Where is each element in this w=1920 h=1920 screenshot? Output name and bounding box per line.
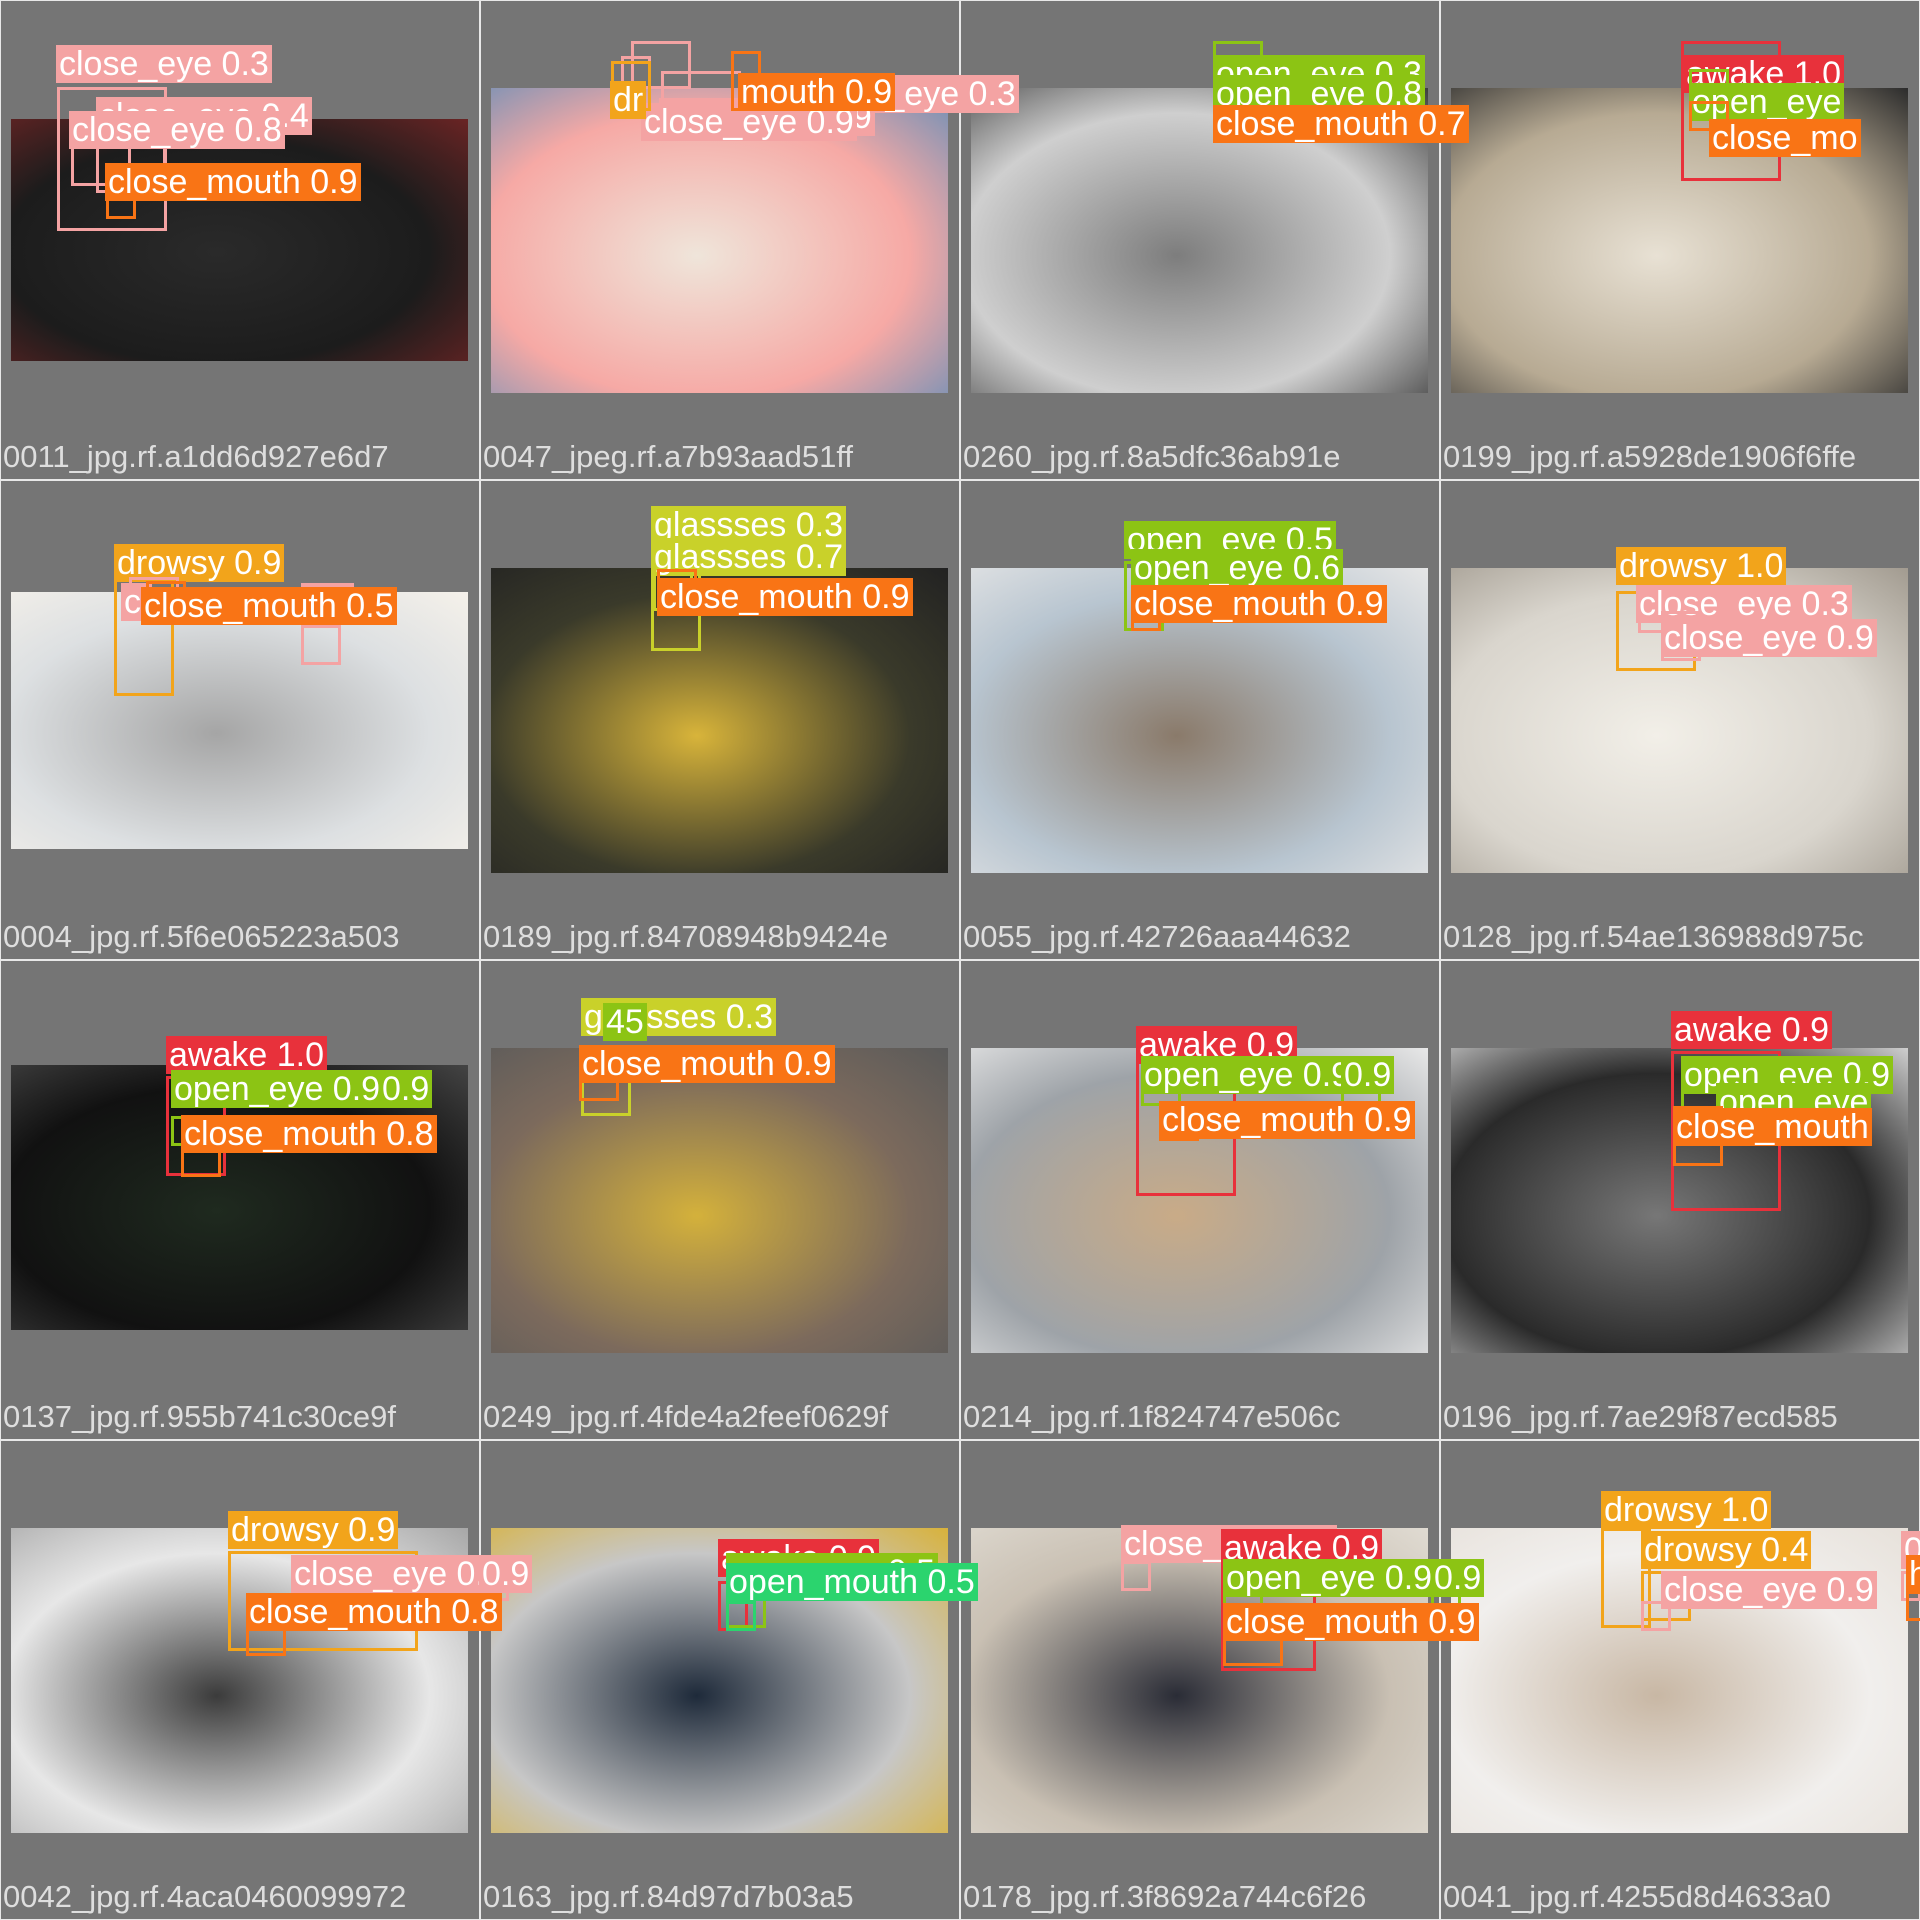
mosaic-tile: 0055_jpg.rf.42726aaa44632 open_eye 0.5 ope… — [960, 480, 1440, 960]
detection-label: 0.9 — [1341, 1056, 1395, 1094]
mosaic-tile: 0041_jpg.rf.4255d8d4633a0 drowsy 1.0 drows… — [1440, 1440, 1920, 1920]
detection-label: close_mouth 0.8 — [181, 1115, 437, 1153]
tile-caption: 0047_jpeg.rf.a7b93aad51ff — [483, 439, 854, 474]
detection-label: open_eye 0.9 — [1141, 1056, 1354, 1094]
tile-caption: 0260_jpg.rf.8a5dfc36ab91e — [963, 439, 1341, 474]
tile-photo — [11, 592, 468, 849]
tile-caption: 0189_jpg.rf.84708948b9424e — [483, 919, 889, 954]
tile-caption: 0055_jpg.rf.42726aaa44632 — [963, 919, 1351, 954]
detection-label: 45 — [603, 1003, 647, 1041]
detection-label: close_mouth 0.9 — [1159, 1101, 1415, 1139]
tile-caption: 0214_jpg.rf.1f824747e506c — [963, 1399, 1341, 1434]
tile-caption: 0199_jpg.rf.a5928de1906f6ffe — [1443, 439, 1857, 474]
detection-label: drowsy 1.0 — [1616, 547, 1787, 585]
detection-label: close_mo — [1709, 119, 1861, 157]
detection-label: dr — [610, 81, 647, 119]
detection-label: close_mouth — [1673, 1108, 1872, 1146]
detection-label: h — [1906, 1555, 1920, 1593]
tile-caption: 0249_jpg.rf.4fde4a2feef0629f — [483, 1399, 889, 1434]
bounding-box — [1906, 1591, 1920, 1621]
mosaic-tile: 0042_jpg.rf.4aca0460099972 drowsy 0.9 clos… — [0, 1440, 533, 1920]
detection-label: open_eye 0.6 — [1131, 549, 1344, 587]
detection-mosaic: 0011_jpg.rf.a1dd6d927e6d7 close_eye 0.3 cl… — [0, 0, 1920, 1920]
detection-label: close_mouth 0.8 — [246, 1593, 502, 1631]
detection-label: close_eye 0.8 — [291, 1555, 507, 1593]
mosaic-tile: 0196_jpg.rf.7ae29f87ecd585 awake 0.9 open_… — [1440, 960, 1920, 1440]
detection-label: 0.9 — [1431, 1559, 1485, 1597]
tile-caption: 0137_jpg.rf.955b741c30ce9f — [3, 1399, 396, 1434]
bounding-box — [1121, 1561, 1151, 1591]
tile-caption: 0178_jpg.rf.3f8692a744c6f26 — [963, 1879, 1367, 1914]
mosaic-tile: 0214_jpg.rf.1f824747e506c awake 0.9 open_e… — [960, 960, 1440, 1440]
tile-caption: 0004_jpg.rf.5f6e065223a503 — [3, 919, 400, 954]
mosaic-tile: 0178_jpg.rf.3f8692a744c6f26close_eye 0.5… — [960, 1440, 1485, 1920]
mosaic-tile: 0163_jpg.rf.84d97d7b03a5awake 0.9open_ey… — [480, 1440, 978, 1920]
mosaic-tile: 0249_jpg.rf.4fde4a2feef0629f glassses 0.3… — [480, 960, 960, 1440]
detection-label: open_eye 0.9 — [1223, 1559, 1436, 1597]
detection-label: close_eye 0.9 — [1661, 1571, 1877, 1609]
tile-caption: 0128_jpg.rf.54ae136988d975c — [1443, 919, 1864, 954]
detection-label: close_eye 0.3 — [56, 45, 272, 83]
mosaic-tile: 0004_jpg.rf.5f6e065223a503drowsy 0.9cl0.… — [0, 480, 480, 960]
detection-label: mouth 0.9 — [738, 73, 896, 111]
detection-label: close_mouth 0.9 — [1223, 1603, 1479, 1641]
detection-label: 0.9 — [379, 1070, 433, 1108]
detection-label: close_mouth 0.9 — [1131, 585, 1387, 623]
detection-label: close_eye 0.8 — [69, 111, 285, 149]
detection-label: awake 0.9 — [1671, 1011, 1832, 1049]
detection-label: close_mouth 0.5 — [141, 587, 397, 625]
detection-label: drowsy 0.4 — [1641, 1531, 1812, 1569]
detection-label: drowsy 1.0 — [1601, 1491, 1772, 1529]
detection-label: awake 1.0 — [166, 1036, 327, 1074]
detection-label: drowsy 0.9 — [228, 1511, 399, 1549]
mosaic-tile: 0199_jpg.rf.a5928de1906f6ffe awake 1.0 ope… — [1440, 0, 1920, 480]
detection-label: close_mouth 0.7 — [1213, 105, 1469, 143]
mosaic-tile: 0047_jpeg.rf.a7b93aad51ff close_eye 0.3 cl… — [480, 0, 1019, 480]
detection-label: open_eye 0.9 — [171, 1070, 384, 1108]
mosaic-tile: 0189_jpg.rf.84708948b9424e glassses 0.3 gl… — [480, 480, 960, 960]
bounding-box — [726, 1601, 756, 1631]
mosaic-tile: 0260_jpg.rf.8a5dfc36ab91e open_eye 0.3 ope… — [960, 0, 1469, 480]
tile-photo — [491, 1048, 948, 1353]
tile-caption: 0041_jpg.rf.4255d8d4633a0 — [1443, 1879, 1831, 1914]
detection-label: close_eye 0.9 — [1661, 619, 1877, 657]
bounding-box — [301, 625, 341, 665]
detection-label: close_mouth 0.9 — [105, 163, 361, 201]
tile-caption: 0011_jpg.rf.a1dd6d927e6d7 — [3, 439, 389, 474]
tile-caption: 0042_jpg.rf.4aca0460099972 — [3, 1879, 407, 1914]
mosaic-tile: 0011_jpg.rf.a1dd6d927e6d7 close_eye 0.3 cl… — [0, 0, 480, 480]
detection-label: 0.9 — [479, 1555, 533, 1593]
mosaic-tile: 0137_jpg.rf.955b741c30ce9f awake 1.0 open_… — [0, 960, 480, 1440]
tile-caption: 0163_jpg.rf.84d97d7b03a5 — [483, 1879, 854, 1914]
mosaic-tile: 0128_jpg.rf.54ae136988d975c drowsy 1.0 clo… — [1440, 480, 1920, 960]
detection-label: close_mouth 0.9 — [579, 1045, 835, 1083]
detection-label: close_mouth 0.9 — [657, 578, 913, 616]
tile-caption: 0196_jpg.rf.7ae29f87ecd585 — [1443, 1399, 1838, 1434]
detection-label: open_mouth 0.5 — [726, 1563, 978, 1601]
